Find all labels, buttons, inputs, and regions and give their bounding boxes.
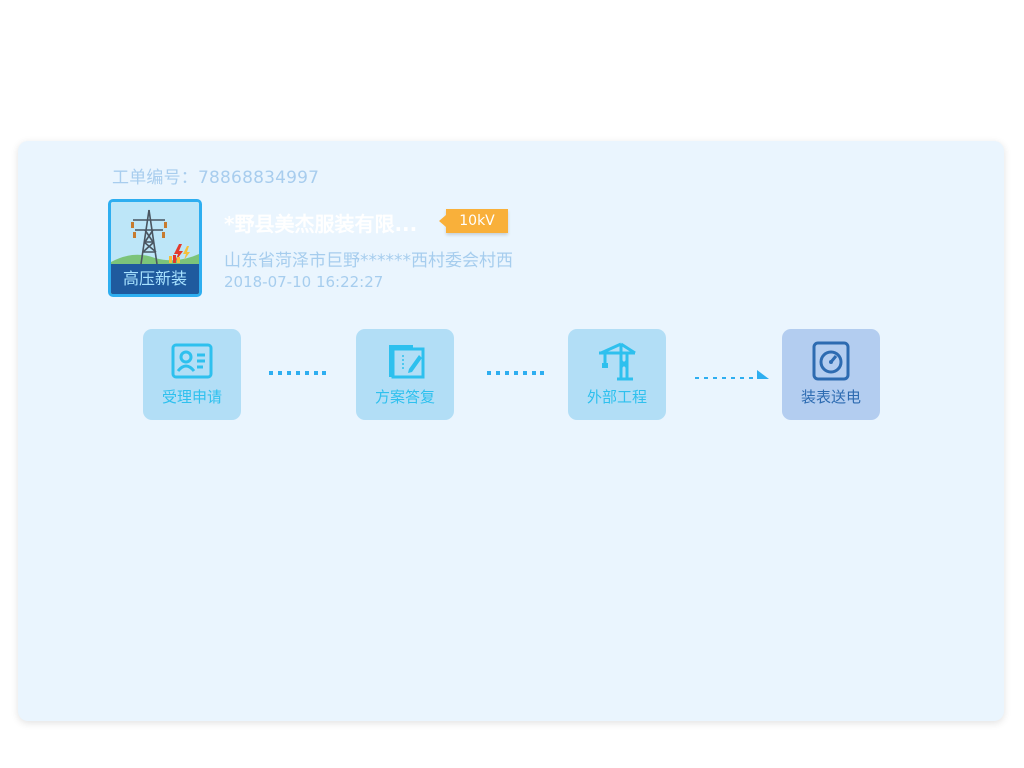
step-meter-install-power-on[interactable]: 装表送电 xyxy=(782,329,880,420)
step-connector-dots xyxy=(487,371,544,375)
customer-name[interactable]: *野县美杰服装有限... xyxy=(224,208,417,237)
voltage-badge: 10kV xyxy=(439,209,508,233)
step-external-engineering[interactable]: 外部工程 xyxy=(568,329,666,420)
edit-document-icon xyxy=(389,345,425,379)
work-order-card[interactable]: 工单编号：78868834997 高压新装 *野县美杰服装有限... 10kV … xyxy=(18,141,1004,721)
id-card-icon xyxy=(171,343,213,379)
order-number-label: 工单编号： xyxy=(112,168,198,188)
order-datetime: 2018-07-10 16:22:27 xyxy=(224,273,384,291)
tower-crane-icon xyxy=(599,342,636,381)
step-plan-reply[interactable]: 方案答复 xyxy=(356,329,454,420)
step-connector-dots xyxy=(269,371,326,375)
step-connector-arrow xyxy=(695,370,769,379)
step-accept-application[interactable]: 受理申请 xyxy=(143,329,241,420)
step-label: 受理申请 xyxy=(161,388,222,406)
order-type-caption: 高压新装 xyxy=(111,264,199,294)
order-number-value: 78868834997 xyxy=(198,168,320,188)
meter-gauge-icon xyxy=(812,341,850,381)
step-label: 外部工程 xyxy=(586,388,647,406)
customer-address: 山东省菏泽市巨野******西村委会村西 xyxy=(224,251,513,271)
order-number-line: 工单编号：78868834997 xyxy=(112,163,319,188)
step-label: 方案答复 xyxy=(374,388,435,406)
order-type-thumbnail[interactable]: 高压新装 xyxy=(108,199,202,297)
step-label: 装表送电 xyxy=(800,388,861,406)
